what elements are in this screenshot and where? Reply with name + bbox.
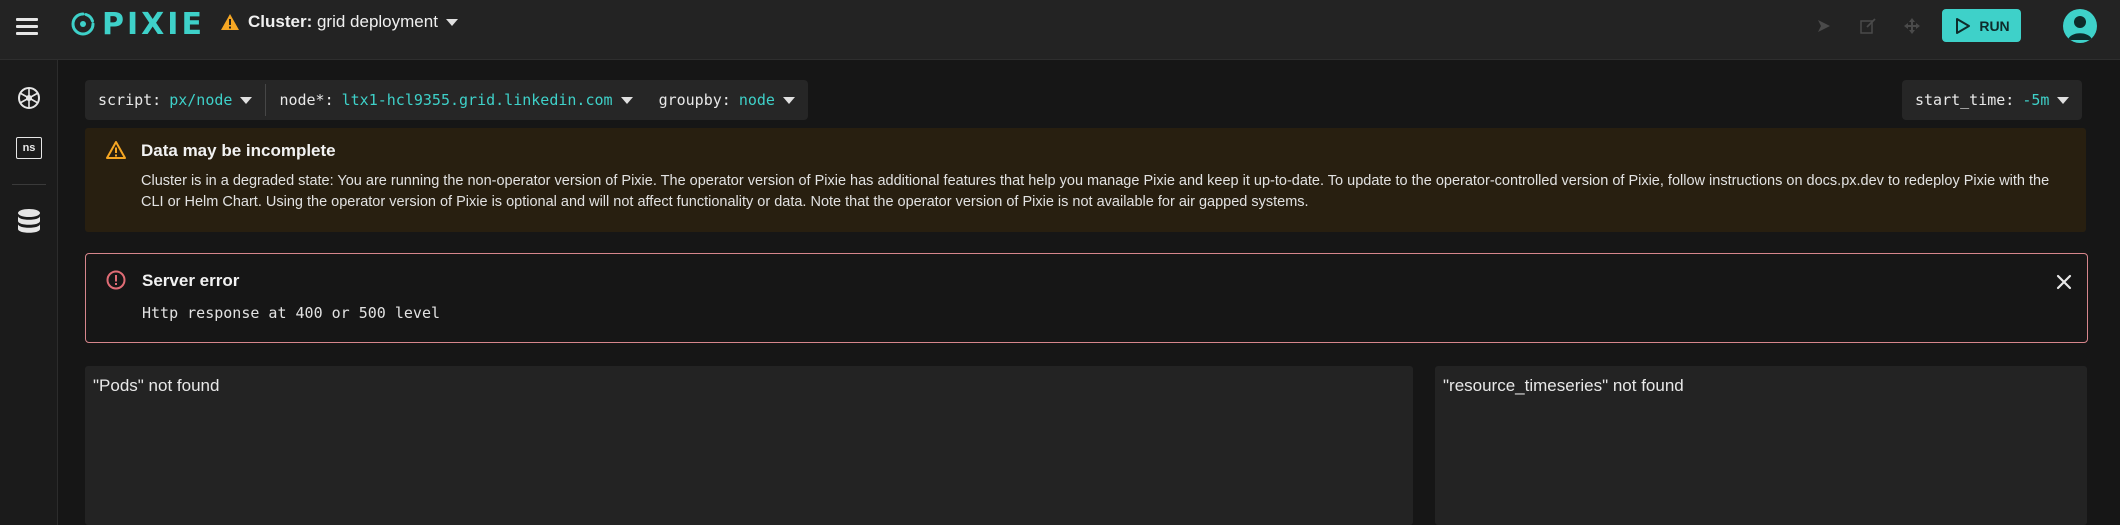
sidebar-divider — [12, 184, 46, 185]
cluster-label: Cluster: — [248, 12, 313, 31]
groupby-key: groupby: — [658, 91, 731, 109]
chevron-down-icon — [620, 96, 633, 104]
start-time-key: start_time: — [1915, 91, 2015, 109]
move-icon[interactable] — [1900, 14, 1924, 38]
pods-panel: "Pods" not found — [85, 366, 1413, 525]
script-selector[interactable]: script: px/node — [85, 80, 265, 120]
kubernetes-icon[interactable] — [11, 80, 47, 116]
warning-title: Data may be incomplete — [141, 141, 336, 160]
cluster-selector[interactable]: Cluster: grid deployment — [220, 12, 458, 32]
chevron-down-icon — [240, 96, 253, 104]
pods-not-found-message: "Pods" not found — [93, 376, 220, 395]
cluster-name: grid deployment — [316, 12, 438, 31]
start-time-value: -5m — [2022, 91, 2050, 109]
play-icon[interactable] — [1812, 14, 1836, 38]
sidebar: ns — [0, 60, 58, 525]
warning-body: Cluster is in a degraded state: You are … — [141, 173, 2050, 210]
error-body: Http response at 400 or 500 level — [142, 304, 441, 322]
namespace-label: ns — [16, 137, 42, 159]
script-value: px/node — [169, 91, 233, 109]
avatar[interactable] — [2063, 9, 2097, 43]
error-icon — [106, 270, 126, 290]
pixie-logo[interactable]: PIXIE — [70, 6, 205, 42]
node-value: ltx1-hcl9355.grid.linkedin.com — [341, 91, 613, 109]
resource-timeseries-panel: "resource_timeseries" not found — [1435, 366, 2087, 525]
play-outline-icon — [1956, 17, 1971, 34]
close-icon[interactable] — [2051, 269, 2077, 295]
error-banner: Server error Http response at 400 or 500… — [85, 253, 2088, 343]
start-time-selector[interactable]: start_time: -5m — [1902, 80, 2082, 120]
user-icon — [2068, 16, 2092, 40]
warning-banner: Data may be incomplete Cluster is in a d… — [85, 128, 2086, 232]
edit-icon[interactable] — [1856, 14, 1880, 38]
script-key: script: — [98, 91, 162, 109]
run-button[interactable]: RUN — [1942, 9, 2021, 42]
error-title: Server error — [142, 271, 240, 290]
script-args-bar: script: px/node node*: ltx1-hcl9355.grid.l… — [85, 80, 808, 120]
chevron-down-icon — [782, 96, 795, 104]
node-key: node*: — [279, 91, 334, 109]
menu-icon[interactable] — [16, 18, 38, 36]
namespace-icon[interactable]: ns — [11, 130, 47, 166]
top-bar: PIXIE Cluster: grid deployment RUN — [0, 0, 2120, 60]
warning-icon — [221, 14, 239, 30]
logo-text: PIXIE — [102, 6, 205, 42]
groupby-value: node — [738, 91, 775, 109]
database-icon[interactable] — [11, 204, 47, 240]
chevron-down-icon — [445, 18, 458, 26]
start-time-selector-wrap: start_time: -5m — [1902, 80, 2083, 120]
groupby-selector[interactable]: groupby: node — [646, 80, 808, 120]
chevron-down-icon — [2057, 96, 2070, 104]
node-selector[interactable]: node*: ltx1-hcl9355.grid.linkedin.com — [266, 80, 645, 120]
resource-timeseries-not-found-message: "resource_timeseries" not found — [1443, 376, 1684, 395]
pixie-logo-icon — [71, 12, 95, 36]
warning-icon — [106, 141, 126, 159]
run-label: RUN — [1979, 17, 2010, 34]
